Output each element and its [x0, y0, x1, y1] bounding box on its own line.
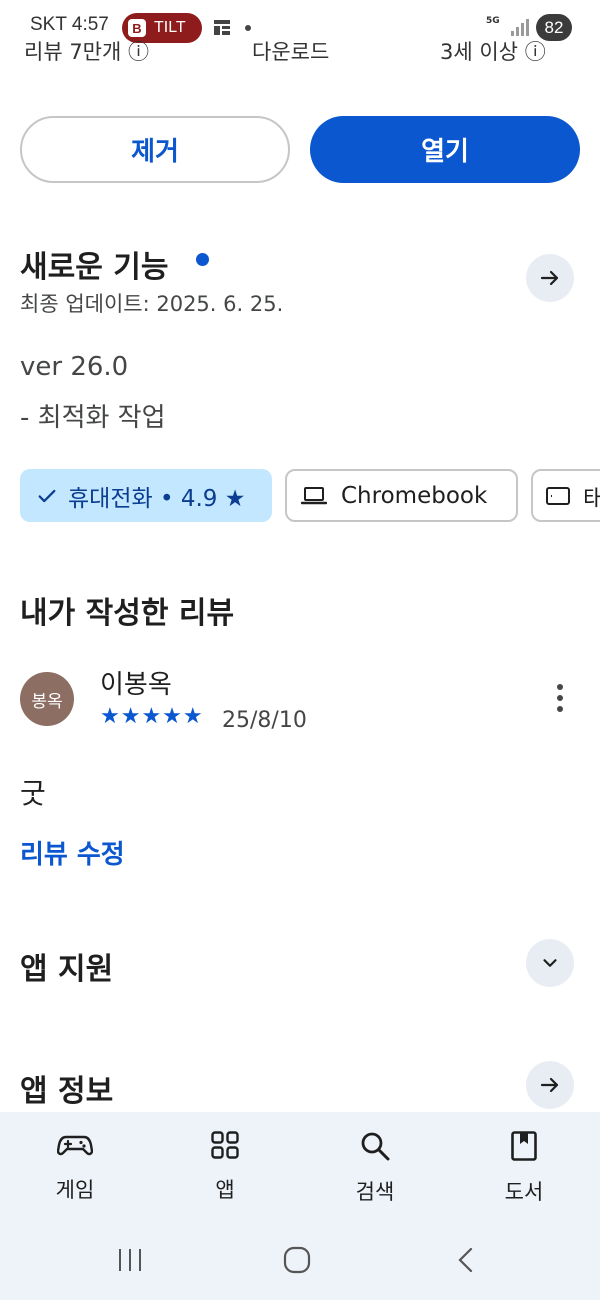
book-icon [511, 1131, 537, 1161]
rating-stars: ★★★★★ [100, 704, 204, 729]
review-body: 굿 [20, 777, 46, 810]
reviewer-name: 이봉옥 [100, 670, 172, 700]
whats-new-title: 새로운 기능 [20, 250, 169, 285]
nav-apps-label: 앱 [215, 1178, 235, 1202]
more-options-icon[interactable] [548, 682, 572, 714]
nav-books-label: 도서 [504, 1180, 544, 1204]
release-notes: - 최적화 작업 [20, 403, 166, 433]
chip-phone-label: 휴대전화 • 4.9 ★ [68, 485, 246, 512]
chip-chromebook[interactable]: Chromebook [285, 469, 518, 522]
nav-search-label: 검색 [355, 1180, 395, 1204]
info-icon: ⓘ [128, 40, 150, 64]
back-icon[interactable] [452, 1246, 480, 1274]
nav-games[interactable]: 게임 [25, 1130, 125, 1204]
home-icon[interactable] [283, 1246, 311, 1274]
app-support-expand-button[interactable] [526, 939, 574, 987]
edit-review-link[interactable]: 리뷰 수정 [20, 834, 125, 871]
avatar: 봉옥 [20, 672, 74, 726]
review-date: 25/8/10 [222, 708, 307, 733]
app-info-title[interactable]: 앱 정보 [20, 1066, 113, 1110]
chip-tablet-label: 태 [583, 479, 600, 513]
last-updated: 최종 업데이트: 2025. 6. 25. [20, 292, 284, 316]
recent-apps-icon[interactable] [116, 1246, 144, 1274]
open-button[interactable]: 열기 [310, 116, 580, 183]
nav-books[interactable]: 도서 [474, 1130, 574, 1206]
check-icon [38, 489, 56, 502]
nav-apps[interactable]: 앱 [175, 1130, 275, 1204]
network-5g-indicator: 5G [486, 16, 500, 26]
version-text: ver 26.0 [20, 352, 129, 382]
uninstall-button[interactable]: 제거 [20, 116, 290, 183]
age-rating: 3세 이상 ⓘ [440, 40, 546, 64]
tablet-icon [546, 486, 570, 505]
laptop-icon [301, 486, 327, 504]
chip-phone[interactable]: 휴대전화 • 4.9 ★ [20, 469, 272, 522]
info-icon: ⓘ [524, 40, 546, 64]
nav-search[interactable]: 검색 [325, 1130, 425, 1206]
chevron-down-icon [543, 959, 557, 967]
downloads-label: 다운로드 [252, 40, 330, 64]
new-indicator-dot [196, 253, 209, 266]
gamepad-icon [57, 1135, 93, 1156]
system-navigation-bar [0, 1240, 600, 1280]
chip-tablet[interactable]: 태 [531, 469, 600, 522]
bottom-navigation: 게임 앱 검색 도서 [0, 1112, 600, 1300]
arrow-right-icon [540, 1077, 559, 1093]
search-icon [361, 1132, 390, 1161]
app-info-arrow-button[interactable] [526, 1061, 574, 1109]
chip-chromebook-label: Chromebook [341, 482, 488, 509]
review-count: 리뷰 7만개 ⓘ [24, 40, 150, 64]
stats-row: 리뷰 7만개 ⓘ 다운로드 3세 이상 ⓘ [0, 30, 600, 66]
whats-new-arrow-button[interactable] [526, 254, 574, 302]
nav-games-label: 게임 [55, 1178, 95, 1202]
app-support-title[interactable]: 앱 지원 [20, 944, 113, 988]
my-review-title: 내가 작성한 리뷰 [20, 596, 235, 631]
arrow-right-icon [540, 270, 559, 286]
apps-grid-icon [211, 1131, 239, 1159]
